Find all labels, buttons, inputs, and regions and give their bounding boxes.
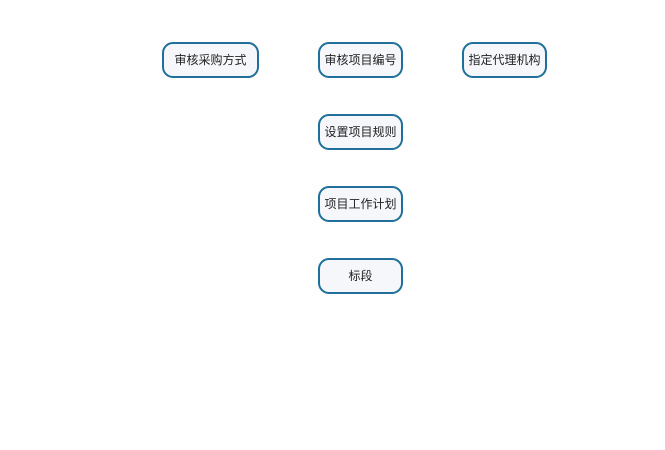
node-review-procurement-method[interactable]: 审核采购方式 — [162, 42, 259, 78]
node-assign-agency[interactable]: 指定代理机构 — [462, 42, 547, 78]
node-review-project-number[interactable]: 审核项目编号 — [318, 42, 403, 78]
flow-canvas: 审核采购方式 审核项目编号 指定代理机构 设置项目规则 项目工作计划 标段 — [0, 0, 665, 450]
node-bid-section[interactable]: 标段 — [318, 258, 403, 294]
node-set-project-rules[interactable]: 设置项目规则 — [318, 114, 403, 150]
node-project-work-plan[interactable]: 项目工作计划 — [318, 186, 403, 222]
